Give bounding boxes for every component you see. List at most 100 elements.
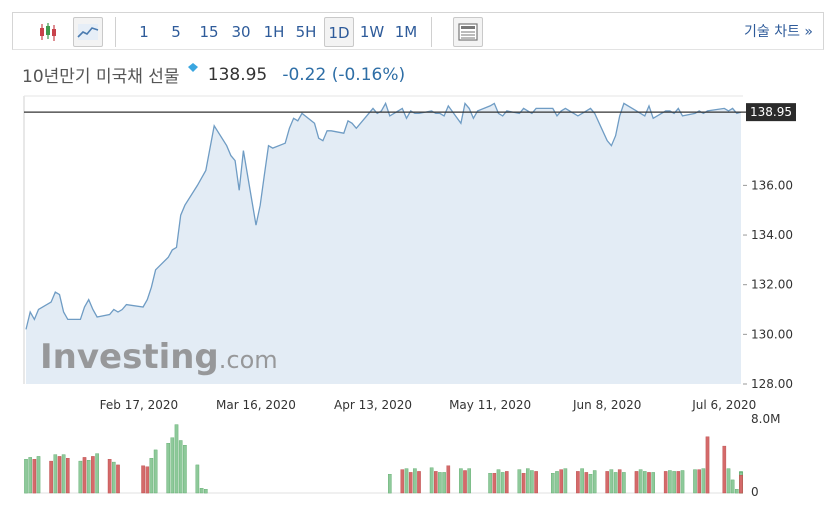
volume-bar [53,454,58,494]
volume-bar [672,471,676,494]
volume-bar [417,471,421,494]
volume-bar [463,470,467,494]
volume-bar [605,471,609,494]
volume-bar [429,467,434,494]
volume-bar [555,471,559,494]
volume-bar [647,472,651,494]
volume-bar [701,468,706,494]
volume-bar [638,469,643,494]
volume-bar [174,424,179,494]
volume-bar [668,470,672,494]
x-tick-label: Jun 8, 2020 [572,398,641,412]
volume-bar [576,471,580,494]
volume-bar [413,468,417,494]
volume-bar [651,472,655,494]
volume-bar [36,456,41,494]
volume-bar [613,472,618,494]
y-tick-label: 132.00 [751,278,793,292]
volume-bar [116,464,120,494]
volume-bar [488,473,492,494]
last-price-label: 138.95 [750,105,792,119]
y-tick-label: 134.00 [751,228,793,242]
x-tick-label: Jul 6, 2020 [691,398,756,412]
volume-bar [643,471,647,494]
volume-max-label: 8.0M [751,412,780,426]
volume-bar [400,469,405,494]
volume-bar [530,470,534,494]
volume-bar [49,460,53,494]
volume-bar [141,465,145,494]
volume-bar [739,475,743,494]
volume-bar [693,469,697,494]
volume-bar [588,474,593,494]
volume-bar [534,471,538,494]
volume-bar [730,479,735,494]
volume-bar [199,488,204,494]
volume-bar [434,471,438,494]
volume-bar [32,459,37,494]
y-tick-label: 136.00 [751,178,793,192]
volume-bar [86,460,91,494]
volume-bar [95,453,99,494]
volume-bar [404,468,409,494]
volume-bar [622,472,626,494]
volume-bar [388,474,392,494]
volume-bar [500,472,505,494]
volume-bar [65,458,70,494]
x-tick-label: Apr 13, 2020 [334,398,412,412]
volume-bar [467,468,472,494]
volume-bar [82,457,87,494]
volume-bar [78,460,83,494]
volume-bar [726,468,731,494]
volume-bar [676,471,681,494]
volume-bar [705,436,710,494]
volume-bar [446,465,451,494]
volume-bar [195,464,200,494]
volume-bar [496,469,501,494]
volume-bar [609,469,614,494]
volume-bar [505,471,509,494]
volume-bar [592,470,597,494]
volume-bar [563,468,568,494]
volume-bar [526,468,530,494]
volume-bar [24,459,28,494]
volume-bar [735,489,739,494]
volume-bar [722,445,727,494]
x-tick-label: Feb 17, 2020 [100,398,179,412]
volume-bar [178,440,183,494]
volume-bar [28,457,33,494]
price-chart: Investing.com 138.95 128.00130.00132.001… [23,95,796,499]
volume-bar [61,454,66,494]
volume-bar [459,468,463,494]
y-tick-label: 128.00 [751,377,793,391]
volume-bar [697,469,701,494]
volume-bar [438,472,442,494]
volume-min-label: 0 [751,485,759,499]
x-tick-label: May 11, 2020 [449,398,531,412]
volume-bar [408,472,413,494]
volume-bar [617,469,622,494]
volume-bar [107,459,112,494]
volume-bar [57,456,62,494]
volume-bar [153,449,158,494]
volume-bar [580,468,584,494]
volume-bar [584,472,589,494]
volume-bar [663,471,668,494]
volume-bar [680,470,685,494]
volume-bar [442,472,446,494]
volume-bar [492,473,497,494]
volume-bar [170,437,175,494]
x-tick-label: Mar 16, 2020 [216,398,296,412]
volume-bar [551,473,555,494]
y-tick-label: 130.00 [751,327,793,341]
volume-bar [166,443,171,494]
volume-bar [145,466,150,494]
volume-bar [521,473,526,494]
volume-bar [91,456,95,494]
volume-bar [111,461,116,494]
volume-bar [634,471,639,494]
volume-bar [559,469,563,494]
volume-bar [203,489,208,494]
volume-bar [183,445,187,494]
volume-bar [149,458,154,494]
